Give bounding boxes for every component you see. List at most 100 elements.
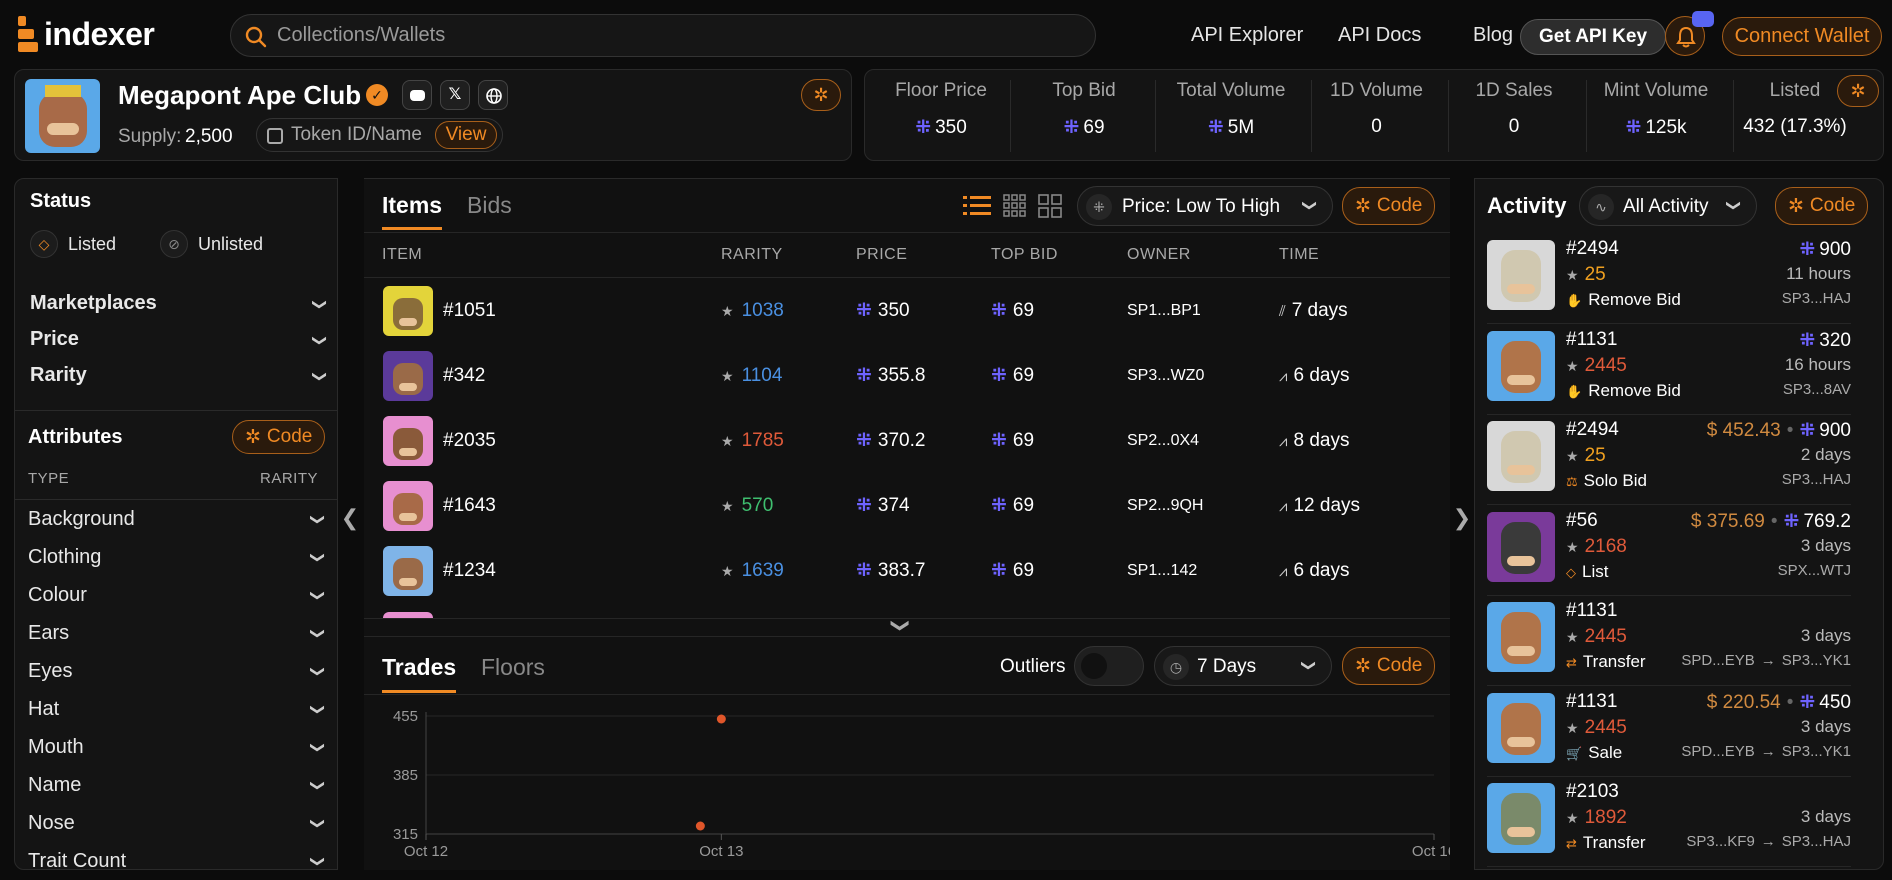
small-grid-icon[interactable] xyxy=(1003,194,1027,218)
attribute-filter[interactable]: Eyes ❯ xyxy=(28,660,327,688)
get-api-key-button[interactable]: Get API Key xyxy=(1520,19,1666,55)
sort-dropdown[interactable]: ⁜ Price: Low To High ❯ xyxy=(1077,186,1333,226)
activity-item[interactable]: #1131 ★ 2445 ⇄ Transfer 3 days SPD...EYB → SP3..… xyxy=(1487,598,1851,686)
logo[interactable]: indexer xyxy=(18,14,155,54)
trades-code-button[interactable]: ✲ Code xyxy=(1342,647,1436,685)
notifications-button[interactable] xyxy=(1665,11,1714,56)
table-row[interactable]: #1643 ★ 570 ⁜ 374 ⁜ 69 SP2...9QH ⩘ 12 days xyxy=(364,479,1446,544)
list-view-icon[interactable] xyxy=(963,194,991,218)
trade-point[interactable] xyxy=(695,821,705,831)
item-owner[interactable]: SP3...WZ0 xyxy=(1127,349,1204,403)
attributes-code-button[interactable]: ✲ Code xyxy=(232,420,326,454)
table-row[interactable]: #1051 ★ 1038 ⁜ 350 ⁜ 69 SP1...BP1 ⫽ 7 days xyxy=(364,284,1446,349)
to-address[interactable]: SP3...YK1 xyxy=(1782,743,1851,760)
collapse-left-button[interactable]: ❮ xyxy=(340,505,360,541)
outliers-toggle[interactable] xyxy=(1074,646,1144,686)
filter-rarity[interactable]: Rarity ❯ xyxy=(30,364,329,387)
to-address[interactable]: SP3...HAJ xyxy=(1782,833,1851,850)
activity-thumbnail xyxy=(1487,692,1555,763)
col-top-bid[interactable]: TOP BID xyxy=(991,246,1058,264)
nav-api-explorer[interactable]: API Explorer xyxy=(1191,24,1303,47)
attribute-filter[interactable]: Colour ❯ xyxy=(28,584,327,612)
tab-items[interactable]: Items xyxy=(382,192,442,219)
activity-item[interactable]: #56 ★ 2168 ◇ List $ 375.69 • ⁜ 769.2 3 days SPX...… xyxy=(1487,508,1851,596)
item-top-bid[interactable]: ⁜ 69 xyxy=(991,414,1034,468)
attribute-filter[interactable]: Background ❯ xyxy=(28,508,327,536)
activity-item[interactable]: #2494 ★ 25 ✋ Remove Bid ⁜ 900 11 hours SP3...HAJ xyxy=(1487,236,1851,324)
stx-value: 900 xyxy=(1819,239,1851,260)
tab-trades[interactable]: Trades xyxy=(382,654,456,681)
activity-item[interactable]: #1131 ★ 2445 ✋ Remove Bid ⁜ 320 16 hours SP3...8… xyxy=(1487,327,1851,415)
stat-cell: Floor Price ⁜ 350 xyxy=(876,80,1006,152)
activity-addresses[interactable]: SPD...EYB → SP3...YK1 xyxy=(1681,743,1851,760)
attribute-filter[interactable]: Nose ❯ xyxy=(28,812,327,840)
activity-filter-dropdown[interactable]: ∿ All Activity ❯ xyxy=(1579,186,1757,226)
chevron-down-icon: ❯ xyxy=(1301,659,1318,672)
col-rarity[interactable]: RARITY xyxy=(721,246,783,264)
from-address[interactable]: SP3...8AV xyxy=(1783,381,1851,398)
activity-addresses[interactable]: SP3...HAJ xyxy=(1782,471,1851,488)
activity-addresses[interactable]: SP3...HAJ xyxy=(1782,290,1851,307)
activity-item[interactable]: #2103 ★ 1892 ⇄ Transfer 3 days SP3...KF9 → SP3..… xyxy=(1487,779,1851,867)
activity-addresses[interactable]: SPX...WTJ xyxy=(1778,562,1851,579)
activity-item[interactable]: #2494 ★ 25 ⚖ Solo Bid $ 452.43 • ⁜ 900 2 days SP3.… xyxy=(1487,417,1851,505)
attribute-filter[interactable]: Clothing ❯ xyxy=(28,546,327,574)
status-unlisted-toggle[interactable]: ⊘ Unlisted xyxy=(160,230,263,258)
to-address[interactable]: SP3...YK1 xyxy=(1782,652,1851,669)
item-owner[interactable]: SP2...0X4 xyxy=(1127,414,1199,468)
trade-point[interactable] xyxy=(716,714,726,724)
from-address[interactable]: SPD...EYB xyxy=(1681,652,1754,669)
token-id-input[interactable]: Token ID/Name xyxy=(291,124,422,146)
attribute-filter[interactable]: Mouth ❯ xyxy=(28,736,327,764)
nav-blog[interactable]: Blog xyxy=(1473,24,1513,47)
table-row[interactable]: #2035 ★ 1785 ⁜ 370.2 ⁜ 69 SP2...0X4 ⩘ 8 days xyxy=(364,414,1446,479)
collapse-right-button[interactable]: ❯ xyxy=(1452,505,1472,541)
website-link-icon[interactable] xyxy=(478,80,508,110)
search-bar[interactable]: Collections/Wallets xyxy=(230,14,1096,57)
activity-addresses[interactable]: SP3...8AV xyxy=(1783,381,1851,398)
table-row[interactable]: #1234 ★ 1639 ⁜ 383.7 ⁜ 69 SP1...142 ⩘ 6 days xyxy=(364,544,1446,609)
range-dropdown[interactable]: ◷ 7 Days ❯ xyxy=(1154,646,1332,686)
from-address[interactable]: SPD...EYB xyxy=(1681,743,1754,760)
collection-name: Megapont Ape Club xyxy=(118,80,362,110)
activity-item[interactable]: #1131 ★ 2445 🛒 Sale $ 220.54 • ⁜ 450 3 days SPD...… xyxy=(1487,689,1851,777)
attribute-filter[interactable]: Trait Count ❯ xyxy=(28,850,327,868)
search-input[interactable]: Collections/Wallets xyxy=(277,24,445,47)
discord-link-icon[interactable] xyxy=(402,80,432,110)
from-address[interactable]: SP3...KF9 xyxy=(1686,833,1754,850)
from-address[interactable]: SPX...WTJ xyxy=(1778,562,1851,579)
col-price[interactable]: PRICE xyxy=(856,246,907,264)
collection-code-button[interactable]: ✲ xyxy=(801,79,841,111)
item-top-bid[interactable]: ⁜ 69 xyxy=(991,284,1034,338)
attribute-filter[interactable]: Ears ❯ xyxy=(28,622,327,650)
attribute-filter[interactable]: Name ❯ xyxy=(28,774,327,802)
activity-addresses[interactable]: SPD...EYB → SP3...YK1 xyxy=(1681,652,1851,669)
nav-api-docs[interactable]: API Docs xyxy=(1338,24,1421,47)
filter-marketplaces[interactable]: Marketplaces ❯ xyxy=(30,292,329,315)
items-code-button[interactable]: ✲ Code xyxy=(1342,187,1436,225)
expand-chevron-icon[interactable]: ❯ xyxy=(890,618,911,633)
activity-code-button[interactable]: ✲ Code xyxy=(1775,187,1869,225)
view-button[interactable]: View xyxy=(435,121,497,149)
item-top-bid[interactable]: ⁜ 69 xyxy=(991,349,1034,403)
from-address[interactable]: SP3...HAJ xyxy=(1782,290,1851,307)
twitter-link-icon[interactable]: 𝕏 xyxy=(440,80,470,110)
item-top-bid[interactable]: ⁜ 69 xyxy=(991,544,1034,598)
item-owner[interactable]: SP1...BP1 xyxy=(1127,284,1201,338)
tab-bids[interactable]: Bids xyxy=(467,192,512,219)
stx-icon: ⁜ xyxy=(991,365,1007,386)
from-address[interactable]: SP3...HAJ xyxy=(1782,471,1851,488)
connect-wallet-button[interactable]: Connect Wallet xyxy=(1722,17,1882,56)
large-grid-icon[interactable] xyxy=(1038,194,1062,218)
tab-floors[interactable]: Floors xyxy=(481,654,545,681)
activity-thumbnail xyxy=(1487,783,1555,853)
table-row[interactable]: #342 ★ 1104 ⁜ 355.8 ⁜ 69 SP3...WZ0 ⩘ 6 days xyxy=(364,349,1446,414)
attribute-filter[interactable]: Hat ❯ xyxy=(28,698,327,726)
activity-addresses[interactable]: SP3...KF9 → SP3...HAJ xyxy=(1686,833,1851,850)
stats-code-button[interactable]: ✲ xyxy=(1837,75,1879,107)
item-top-bid[interactable]: ⁜ 69 xyxy=(991,479,1034,533)
item-owner[interactable]: SP2...9QH xyxy=(1127,479,1203,533)
status-listed-toggle[interactable]: ◇ Listed xyxy=(30,230,116,258)
filter-price[interactable]: Price ❯ xyxy=(30,328,329,351)
item-owner[interactable]: SP1...142 xyxy=(1127,544,1197,598)
